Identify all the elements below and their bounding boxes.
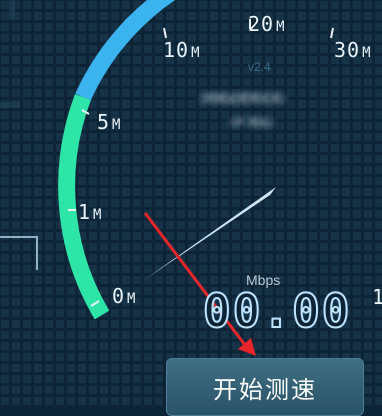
network-info-line: (IP 地址): [230, 116, 274, 129]
tick-label-20m: 20 M: [248, 12, 286, 36]
edge-tick-mark: 1: [372, 285, 382, 309]
tick-label-10m: 10 M: [163, 38, 201, 62]
speed-value-display: 00.00: [202, 284, 352, 338]
start-test-button[interactable]: 开始测速: [166, 358, 364, 416]
tick-label-1m: 1M: [78, 200, 103, 224]
tick-label-30m: 30 M: [334, 38, 372, 62]
network-info-line: (网络运营商信息): [200, 92, 286, 105]
tick-label-5m: 5M: [97, 110, 122, 134]
tick-label-0m: 0M: [112, 284, 137, 308]
speedtest-screen: 0M 1M 5M 10 M 20 M 30 M v2.4 (网络运营商信息) (IP …: [0, 0, 382, 416]
version-label: v2.4: [248, 60, 271, 74]
gauge-graphic: [0, 0, 382, 408]
background-grid: [0, 0, 382, 408]
